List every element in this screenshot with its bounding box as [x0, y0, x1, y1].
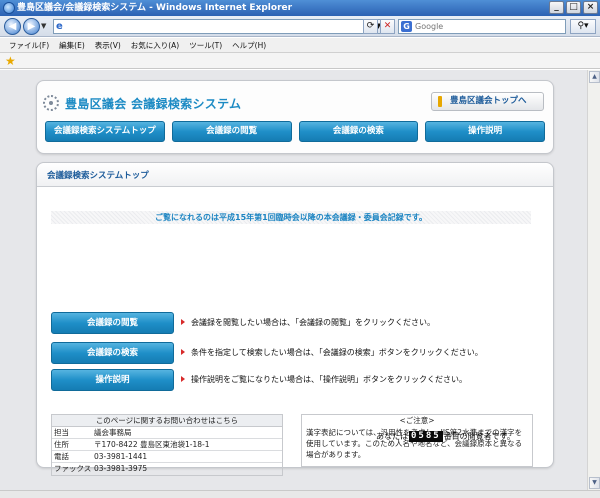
arrow-right-icon — [181, 376, 185, 382]
window-titlebar: 豊島区議会/会議録検索システム - Windows Internet Explo… — [0, 0, 600, 16]
menu-edit[interactable]: 編集(E) — [59, 38, 85, 52]
status-bar — [0, 490, 600, 498]
refresh-icon[interactable]: ⟳ — [363, 19, 378, 34]
contact-key: ファックス — [54, 464, 92, 473]
back-arrow-icon[interactable]: ◀ — [4, 18, 21, 35]
assembly-top-button[interactable]: 豊島区議会トップへ — [431, 92, 544, 111]
nav-search[interactable]: 会議録の検索 — [298, 121, 419, 142]
counter-prefix: あなたは — [376, 432, 408, 441]
forward-arrow-icon[interactable]: ▶ — [23, 18, 40, 35]
scroll-up-icon[interactable]: ▲ — [589, 71, 600, 83]
table-row: 担当 議会事務局 — [52, 427, 282, 439]
caution-caption: <ご注意> — [399, 416, 435, 425]
browse-button[interactable]: 会議録の閲覧 — [51, 312, 174, 334]
arrow-right-icon — [181, 319, 185, 325]
nav-help[interactable]: 操作説明 — [425, 121, 545, 142]
contact-key: 住所 — [54, 440, 69, 449]
site-title: 豊島区議会 会議録検索システム — [65, 97, 242, 111]
menu-help[interactable]: ヘルプ(H) — [232, 38, 266, 52]
page-viewport: 豊島区議会 会議録検索システム 豊島区議会トップへ 会議録検索システムトップ 会… — [0, 70, 587, 490]
stop-icon[interactable]: ✕ — [380, 19, 395, 34]
assembly-top-label: 豊島区議会トップへ — [450, 96, 527, 106]
toshima-logo-icon — [43, 95, 59, 111]
main-nav: 会議録検索システムトップ 会議録の閲覧 会議録の検索 操作説明 — [45, 121, 545, 142]
search-button[interactable]: 会議録の検索 — [51, 342, 174, 364]
contact-value: 〒170-8422 豊島区東池袋1-18-1 — [94, 440, 210, 449]
section-header: 会議録検索システムトップ — [37, 163, 553, 187]
contact-key: 担当 — [54, 428, 69, 437]
help-button[interactable]: 操作説明 — [51, 369, 174, 391]
contact-caption: このページに関するお問い合わせはこちら — [52, 415, 282, 427]
visitor-counter-line: あなたは 0585 番目の閲覧者です。 — [376, 431, 515, 442]
contact-value: 03-3981-3975 — [94, 464, 148, 473]
table-row: ファックス 03-3981-3975 — [52, 463, 282, 475]
notice-banner: ご覧になれるのは平成15年第1回臨時会以降の本会議録・委員会記録です。 — [51, 211, 531, 224]
vertical-scrollbar[interactable]: ▲ ▼ — [587, 70, 600, 490]
search-input[interactable] — [415, 21, 555, 32]
menu-bar: ファイル(F) 編集(E) 表示(V) お気に入り(A) ツール(T) ヘルプ(… — [0, 38, 600, 53]
window-controls: _ □ × — [549, 1, 598, 14]
menu-file[interactable]: ファイル(F) — [9, 38, 49, 52]
ie-logo-icon — [3, 2, 15, 14]
favorites-bar: ★ — [0, 53, 600, 69]
visitor-counter: 0585 — [409, 431, 443, 442]
arrow-right-icon — [181, 349, 185, 355]
table-row: 電話 03-3981-1441 — [52, 451, 282, 463]
navigation-bar: ◀ ▶ ▼ e ▼ ⟳ ✕ G ⚲▾ — [0, 16, 600, 37]
counter-suffix: 番目の閲覧者です。 — [443, 432, 515, 441]
contact-value: 03-3981-1441 — [94, 452, 148, 461]
menu-tools[interactable]: ツール(T) — [189, 38, 222, 52]
search-icon[interactable]: ⚲▾ — [570, 19, 596, 34]
table-row: 住所 〒170-8422 豊島区東池袋1-18-1 — [52, 439, 282, 451]
menu-favorites[interactable]: お気に入り(A) — [131, 38, 179, 52]
minimize-button[interactable]: _ — [549, 1, 564, 14]
contact-table: このページに関するお問い合わせはこちら 担当 議会事務局 住所 〒170-842… — [51, 414, 283, 476]
page-e-icon: e — [56, 21, 63, 32]
site-header: 豊島区議会 会議録検索システム 豊島区議会トップへ 会議録検索システムトップ 会… — [36, 80, 554, 154]
browse-description: 会議録を閲覧したい場合は、「会議録の閲覧」をクリックください。 — [191, 318, 435, 327]
favorites-star-icon[interactable]: ★ — [5, 54, 16, 68]
nav-browse[interactable]: 会議録の閲覧 — [171, 121, 292, 142]
main-content: 会議録検索システムトップ ご覧になれるのは平成15年第1回臨時会以降の本会議録・… — [36, 162, 554, 476]
section-title: 会議録検索システムトップ — [47, 171, 149, 181]
menu-view[interactable]: 表示(V) — [95, 38, 121, 52]
scroll-down-icon[interactable]: ▼ — [589, 477, 600, 489]
search-box[interactable]: G — [398, 19, 566, 34]
close-button[interactable]: × — [583, 1, 598, 14]
maximize-button[interactable]: □ — [566, 1, 581, 14]
contact-value: 議会事務局 — [94, 428, 132, 437]
search-description: 条件を指定して検索したい場合は、「会議録の検索」ボタンをクリックください。 — [191, 348, 483, 357]
nav-top[interactable]: 会議録検索システムトップ — [45, 121, 165, 142]
history-dropdown-icon[interactable]: ▼ — [41, 22, 49, 30]
google-icon: G — [401, 21, 412, 32]
window-title: 豊島区議会/会議録検索システム - Windows Internet Explo… — [17, 3, 293, 13]
help-description: 操作説明をご覧になりたい場合は、「操作説明」ボタンをクリックください。 — [191, 375, 467, 384]
contact-key: 電話 — [54, 452, 69, 461]
address-bar[interactable]: e ▼ — [53, 19, 385, 34]
bar-icon — [438, 96, 442, 107]
